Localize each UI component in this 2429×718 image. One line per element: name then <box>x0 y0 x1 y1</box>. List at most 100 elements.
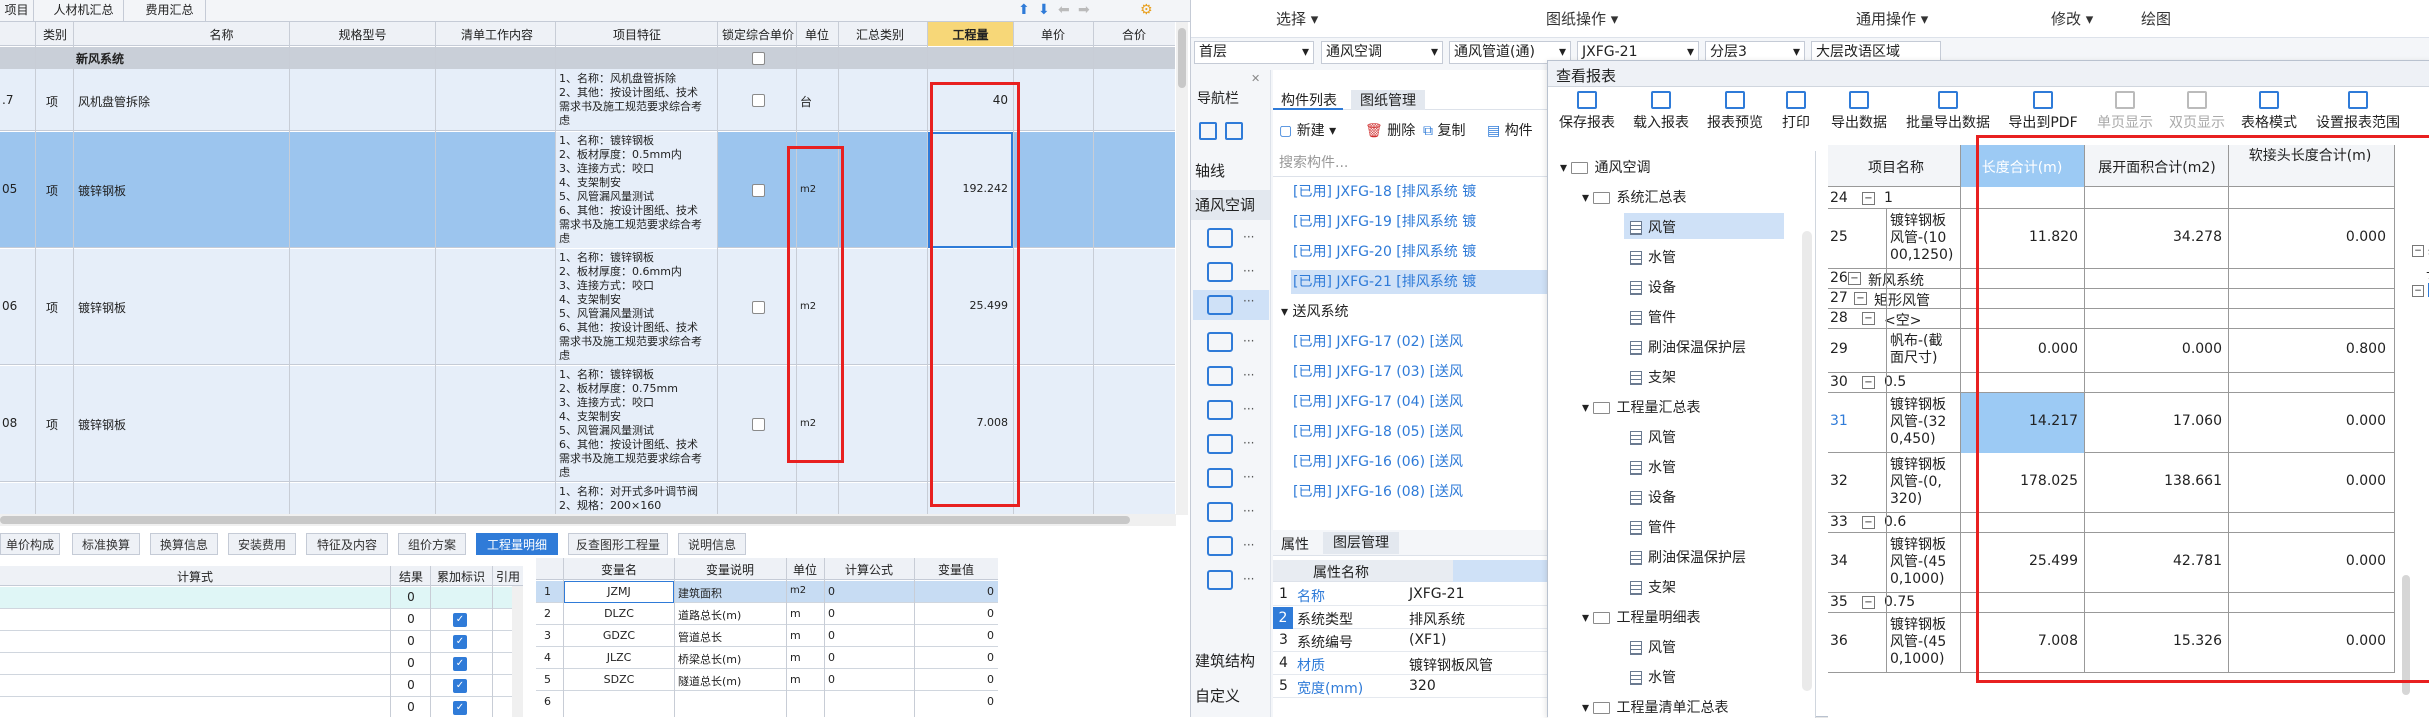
damper-icon[interactable] <box>1207 400 1233 420</box>
save-report-button[interactable]: 保存报表 <box>1552 91 1622 132</box>
prop-row[interactable]: 2 系统类型 排风系统 <box>1273 607 1573 629</box>
tree-node-qty-detail[interactable]: ▾ 工程量明细表 <box>1582 607 1700 627</box>
component-button[interactable]: ▤ 构件 <box>1487 120 1533 140</box>
sleeve-icon[interactable] <box>1207 536 1233 556</box>
row-lock-checkbox[interactable] <box>752 418 765 431</box>
list-item[interactable]: [已用] JXFG-17 (03) [送风 <box>1293 364 1463 381</box>
tab-properties[interactable]: 属性 <box>1281 534 1309 554</box>
tree-node-bill-summary[interactable]: ▾ 工程量清单汇总表 <box>1582 697 1728 717</box>
tree-leaf[interactable]: 支架 <box>1630 577 1676 597</box>
main-table-vscroll[interactable] <box>1176 22 1188 515</box>
var-row[interactable]: 2 DLZC 道路总长(m) m 0 0 <box>536 603 998 625</box>
tree-leaf[interactable]: 管件 <box>1630 517 1676 537</box>
list-item[interactable]: [已用] JXFG-18 [排风系统 镀 <box>1293 184 1476 201</box>
list-item[interactable]: [已用] JXFG-21 [排风系统 镀 <box>1293 274 1476 291</box>
settings-icon[interactable]: ⚙ <box>1140 2 1153 18</box>
preview-report-button[interactable]: 报表预览 <box>1700 91 1770 132</box>
calc-row[interactable]: 0 ✓ <box>0 631 523 653</box>
delete-button[interactable]: 🗑 删除 <box>1365 120 1415 140</box>
prop-row[interactable]: 4 材质 镀锌钢板风管 <box>1273 653 1573 675</box>
tree-leaf[interactable]: 刷油保温保护层 <box>1630 547 1746 567</box>
list-item[interactable]: [已用] JXFG-17 (02) [送风 <box>1293 334 1463 351</box>
list-item[interactable]: [已用] JXFG-16 (08) [送风 <box>1293 484 1463 501</box>
var-row[interactable]: 4 JLZC 桥梁总长(m) m 0 0 <box>536 647 998 669</box>
tree-leaf[interactable]: 刷油保温保护层 <box>1630 337 1746 357</box>
report-row[interactable]: 33−0.6 <box>1828 513 2394 533</box>
list-item[interactable]: [已用] JXFG-20 [排风系统 镀 <box>1293 244 1476 261</box>
report-vscroll[interactable] <box>2402 575 2410 695</box>
close-icon[interactable]: ✕ <box>1251 72 1260 85</box>
report-row[interactable]: 35−0.75 <box>1828 593 2394 613</box>
tab-fee-summary[interactable]: 费用汇总 <box>134 0 206 21</box>
tree-leaf[interactable]: 设备 <box>1630 487 1676 507</box>
report-range-button[interactable]: 设置报表范围 <box>2308 91 2408 132</box>
list-item[interactable]: [已用] JXFG-18 (05) [送风 <box>1293 424 1463 441</box>
hanger-icon[interactable] <box>1207 570 1233 590</box>
tree-leaf-duct[interactable]: 风管 <box>1630 217 1676 237</box>
row-qty[interactable]: 192.242 <box>928 182 1009 195</box>
report-row[interactable]: 34 镀锌钢板 风管-(45 0,1000) 25.499 42.781 0.000 <box>1828 533 2394 593</box>
report-row[interactable]: 36 镀锌钢板 风管-(45 0,1000) 7.008 15.326 0.000 <box>1828 613 2394 673</box>
report-row[interactable]: 29 帆布-(截 面尺寸) 0.000 0.000 0.800 <box>1828 329 2394 373</box>
table-row[interactable]: 06 项 镀锌钢板 1、名称：镀锌钢板 2、板材厚度：0.6mm内 3、连接方式… <box>0 249 1175 365</box>
tab-qty-detail[interactable]: 工程量明细 <box>476 533 558 555</box>
tree-node-qty-summary[interactable]: ▾ 工程量汇总表 <box>1582 397 1700 417</box>
table-row[interactable]: .7 项 风机盘管拆除 1、名称：风机盘管拆除 2、其他：按设计图纸、技术 需求… <box>0 69 1175 131</box>
report-row[interactable]: 25 镀锌钢板 风管-(10 00,1250) 11.820 34.278 0.000 <box>1828 209 2394 269</box>
table-row[interactable]: 08 项 镀锌钢板 1、名称：镀锌钢板 2、板材厚度：0.75mm 3、连接方式… <box>0 366 1175 482</box>
menu-modify[interactable]: 修改 ▾ <box>2051 0 2093 38</box>
batch-export-button[interactable]: 批量导出数据 <box>1900 91 1996 132</box>
tree-leaf[interactable]: 水管 <box>1630 247 1676 267</box>
report-row[interactable]: 27− 矩形风管 <box>1828 289 2394 309</box>
menu-drawing-ops[interactable]: 图纸操作 ▾ <box>1546 0 1618 38</box>
tab-install-fee[interactable]: 安装费用 <box>228 533 296 555</box>
print-button[interactable]: 打印 <box>1776 91 1816 132</box>
edit-icon[interactable] <box>1225 122 1243 140</box>
load-report-button[interactable]: 载入报表 <box>1626 91 1696 132</box>
table-mode-button[interactable]: 表格模式 <box>2234 91 2304 132</box>
support-icon[interactable] <box>1207 468 1233 488</box>
tab-layer-mgmt[interactable]: 图层管理 <box>1323 532 1399 554</box>
report-row[interactable]: 26− 新风系统 <box>1828 269 2394 289</box>
row-qty[interactable]: 40 <box>928 93 1008 107</box>
list-item[interactable]: [已用] JXFG-19 [排风系统 镀 <box>1293 214 1476 231</box>
row-qty[interactable]: 25.499 <box>928 299 1009 312</box>
floor-select[interactable]: 首层 ▾ <box>1194 41 1314 64</box>
prop-row[interactable]: 5 宽度(mm) 320 <box>1273 676 1573 698</box>
bowtie-icon[interactable] <box>1207 502 1233 522</box>
list-item[interactable]: [已用] JXFG-16 (06) [送风 <box>1293 454 1463 471</box>
calc-row[interactable]: 0 ✓ <box>0 675 523 697</box>
calc-row[interactable]: 0 ✓ <box>0 609 523 631</box>
fan-icon[interactable] <box>1207 228 1233 248</box>
envelope-icon[interactable] <box>1207 262 1233 282</box>
tab-conv-info[interactable]: 换算信息 <box>150 533 218 555</box>
nav-custom[interactable]: 自定义 <box>1195 685 1240 706</box>
single-page-button[interactable]: 单页显示 <box>2090 91 2160 132</box>
table-row-selected[interactable]: 05 项 镀锌钢板 1、名称：镀锌钢板 2、板材厚度：0.5mm内 3、连接方式… <box>0 132 1175 248</box>
report-row[interactable]: 32 镀锌钢板 风管-(0, 320) 178.025 138.661 0.000 <box>1828 453 2394 513</box>
group-row[interactable]: 新风系统 <box>0 47 1175 69</box>
report-row[interactable]: 31 镀锌钢板 风管-(32 0,450) 14.217 17.060 0.000 <box>1828 393 2394 453</box>
menu-select[interactable]: 选择 ▾ <box>1276 0 1318 38</box>
tab-pricing-plan[interactable]: 组价方案 <box>398 533 466 555</box>
new-button[interactable]: ▢ 新建 ▾ <box>1279 120 1336 140</box>
tab-notes[interactable]: 说明信息 <box>678 533 746 555</box>
nav-axis[interactable]: 轴线 <box>1195 160 1225 181</box>
tree-leaf[interactable]: 风管 <box>1630 427 1676 447</box>
tree-leaf[interactable]: 风管 <box>1630 637 1676 657</box>
arrow-down-icon[interactable]: ⬇ <box>1038 2 1050 18</box>
discipline-select[interactable]: 通风空调 ▾ <box>1321 41 1443 64</box>
tree-leaf[interactable]: 支架 <box>1630 367 1676 387</box>
calc-row[interactable]: 0 <box>0 587 523 609</box>
tab-standard-conv[interactable]: 标准换算 <box>72 533 140 555</box>
var-row[interactable]: 5 SDZC 隧道总长(m) m 0 0 <box>536 669 998 691</box>
arrow-right-icon[interactable]: ➡ <box>1078 2 1090 18</box>
tab-unit-price[interactable]: 单价构成 <box>0 533 60 555</box>
arrow-left-icon[interactable]: ⬅ <box>1058 2 1070 18</box>
main-table-hscroll[interactable] <box>0 514 1176 526</box>
var-row[interactable]: 6 0 <box>536 691 998 713</box>
list-item[interactable]: [已用] JXFG-17 (04) [送风 <box>1293 394 1463 411</box>
row-lock-checkbox[interactable] <box>752 184 765 197</box>
tree-node-hvac[interactable]: ▾ 通风空调 <box>1560 157 1650 177</box>
row-lock-checkbox[interactable] <box>752 94 765 107</box>
